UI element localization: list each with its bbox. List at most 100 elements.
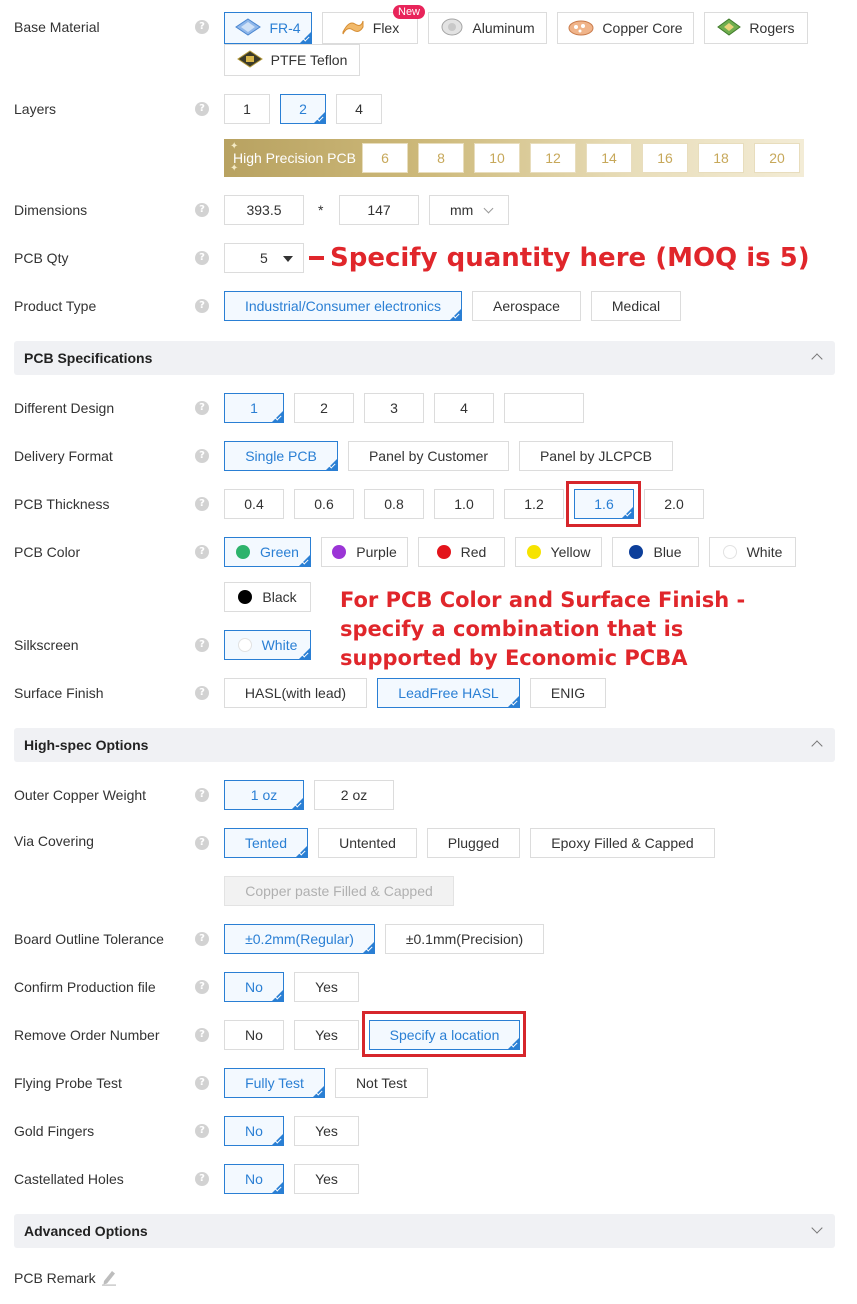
color-green-option[interactable]: Green	[224, 537, 311, 567]
delivery-panel-customer-option[interactable]: Panel by Customer	[348, 441, 509, 471]
via-epoxy-option[interactable]: Epoxy Filled & Capped	[530, 828, 715, 858]
high-spec-header[interactable]: High-spec Options	[14, 728, 835, 762]
finish-leadfree-hasl-option[interactable]: LeadFree HASL	[377, 678, 520, 708]
product-aerospace-option[interactable]: Aerospace	[472, 291, 581, 321]
height-input[interactable]: 147	[339, 195, 419, 225]
layers-12-option[interactable]: 12	[530, 143, 576, 173]
tolerance-precision-option[interactable]: ±0.1mm(Precision)	[385, 924, 544, 954]
color-black-option[interactable]: Black	[224, 582, 311, 612]
help-icon[interactable]: ?	[195, 1076, 209, 1090]
silkscreen-label: Silkscreen	[14, 637, 79, 653]
layers-20-option[interactable]: 20	[754, 143, 800, 173]
delivery-single-option[interactable]: Single PCB	[224, 441, 338, 471]
help-icon[interactable]: ?	[195, 1028, 209, 1042]
design-3-option[interactable]: 3	[364, 393, 424, 423]
help-icon[interactable]: ?	[195, 836, 209, 850]
layers-6-option[interactable]: 6	[362, 143, 408, 173]
help-icon[interactable]: ?	[195, 1172, 209, 1186]
width-input[interactable]: 393.5	[224, 195, 304, 225]
yellow-swatch	[526, 545, 541, 559]
thickness-0-6-option[interactable]: 0.6	[294, 489, 354, 519]
layers-18-option[interactable]: 18	[698, 143, 744, 173]
finish-hasl-option[interactable]: HASL(with lead)	[224, 678, 367, 708]
remove-order-yes-option[interactable]: Yes	[294, 1020, 359, 1050]
copper-2oz-option[interactable]: 2 oz	[314, 780, 394, 810]
base-material-label: Base Material	[14, 19, 100, 35]
color-blue-option[interactable]: Blue	[612, 537, 699, 567]
castellated-no-option[interactable]: No	[224, 1164, 284, 1194]
material-ptfe-option[interactable]: PTFE Teflon	[224, 44, 360, 76]
design-custom-input[interactable]	[504, 393, 584, 423]
silkscreen-white-option[interactable]: White	[224, 630, 311, 660]
help-icon[interactable]: ?	[195, 20, 209, 34]
design-2-option[interactable]: 2	[294, 393, 354, 423]
design-1-option[interactable]: 1	[224, 393, 284, 423]
layers-1-option[interactable]: 1	[224, 94, 270, 124]
help-icon[interactable]: ?	[195, 545, 209, 559]
pcb-qty-select[interactable]: 5	[224, 243, 304, 273]
help-icon[interactable]: ?	[195, 788, 209, 802]
thickness-1-2-option[interactable]: 1.2	[504, 489, 564, 519]
color-white-option[interactable]: White	[709, 537, 796, 567]
help-icon[interactable]: ?	[195, 932, 209, 946]
section-title: PCB Specifications	[24, 350, 153, 366]
pcb-specifications-header[interactable]: PCB Specifications	[14, 341, 835, 375]
help-icon[interactable]: ?	[195, 980, 209, 994]
material-flex-option[interactable]: Flex New	[322, 5, 426, 44]
gold-fingers-no-option[interactable]: No	[224, 1116, 284, 1146]
tolerance-regular-option[interactable]: ±0.2mm(Regular)	[224, 924, 375, 954]
layers-10-option[interactable]: 10	[474, 143, 520, 173]
help-icon[interactable]: ?	[195, 102, 209, 116]
help-icon[interactable]: ?	[195, 638, 209, 652]
delivery-panel-jlcpcb-option[interactable]: Panel by JLCPCB	[519, 441, 673, 471]
pencil-icon[interactable]	[101, 1268, 117, 1289]
product-medical-option[interactable]: Medical	[591, 291, 681, 321]
thickness-2-0-option[interactable]: 2.0	[644, 489, 704, 519]
layers-14-option[interactable]: 14	[586, 143, 632, 173]
design-4-option[interactable]: 4	[434, 393, 494, 423]
layers-16-option[interactable]: 16	[642, 143, 688, 173]
via-untented-option[interactable]: Untented	[318, 828, 417, 858]
castellated-yes-option[interactable]: Yes	[294, 1164, 359, 1194]
help-icon[interactable]: ?	[195, 1124, 209, 1138]
probe-fully-test-option[interactable]: Fully Test	[224, 1068, 325, 1098]
finish-enig-option[interactable]: ENIG	[530, 678, 606, 708]
material-copper-core-option[interactable]: Copper Core	[557, 12, 694, 44]
color-purple-option[interactable]: Purple	[321, 537, 408, 567]
unit-select[interactable]: mm	[429, 195, 509, 225]
material-fr4-option[interactable]: FR-4	[224, 12, 312, 44]
material-fr4-label: FR-4	[269, 20, 301, 36]
confirm-no-option[interactable]: No	[224, 972, 284, 1002]
annotation-line: For PCB Color and Surface Finish -	[340, 588, 746, 612]
thickness-1-0-option[interactable]: 1.0	[434, 489, 494, 519]
product-industrial-option[interactable]: Industrial/Consumer electronics	[224, 291, 462, 321]
thickness-0-4-option[interactable]: 0.4	[224, 489, 284, 519]
pcb-qty-label: PCB Qty	[14, 250, 69, 266]
material-aluminum-option[interactable]: Aluminum	[428, 12, 547, 44]
color-red-option[interactable]: Red	[418, 537, 505, 567]
via-tented-option[interactable]: Tented	[224, 828, 308, 858]
help-icon[interactable]: ?	[195, 686, 209, 700]
material-rogers-option[interactable]: Rogers	[704, 12, 808, 44]
delivery-format-label: Delivery Format	[14, 448, 113, 464]
layers-4-option[interactable]: 4	[336, 94, 382, 124]
help-icon[interactable]: ?	[195, 449, 209, 463]
probe-not-test-option[interactable]: Not Test	[335, 1068, 428, 1098]
advanced-options-header[interactable]: Advanced Options	[14, 1214, 835, 1248]
color-yellow-option[interactable]: Yellow	[515, 537, 602, 567]
help-icon[interactable]: ?	[195, 497, 209, 511]
thickness-0-8-option[interactable]: 0.8	[364, 489, 424, 519]
via-plugged-option[interactable]: Plugged	[427, 828, 520, 858]
layers-2-option[interactable]: 2	[280, 94, 326, 124]
help-icon[interactable]: ?	[195, 299, 209, 313]
rogers-icon	[717, 17, 742, 39]
gold-fingers-yes-option[interactable]: Yes	[294, 1116, 359, 1146]
confirm-yes-option[interactable]: Yes	[294, 972, 359, 1002]
remove-order-no-option[interactable]: No	[224, 1020, 284, 1050]
layers-8-option[interactable]: 8	[418, 143, 464, 173]
copper-1oz-option[interactable]: 1 oz	[224, 780, 304, 810]
help-icon[interactable]: ?	[195, 401, 209, 415]
help-icon[interactable]: ?	[195, 251, 209, 265]
thickness-highlight-box	[566, 481, 641, 527]
help-icon[interactable]: ?	[195, 203, 209, 217]
